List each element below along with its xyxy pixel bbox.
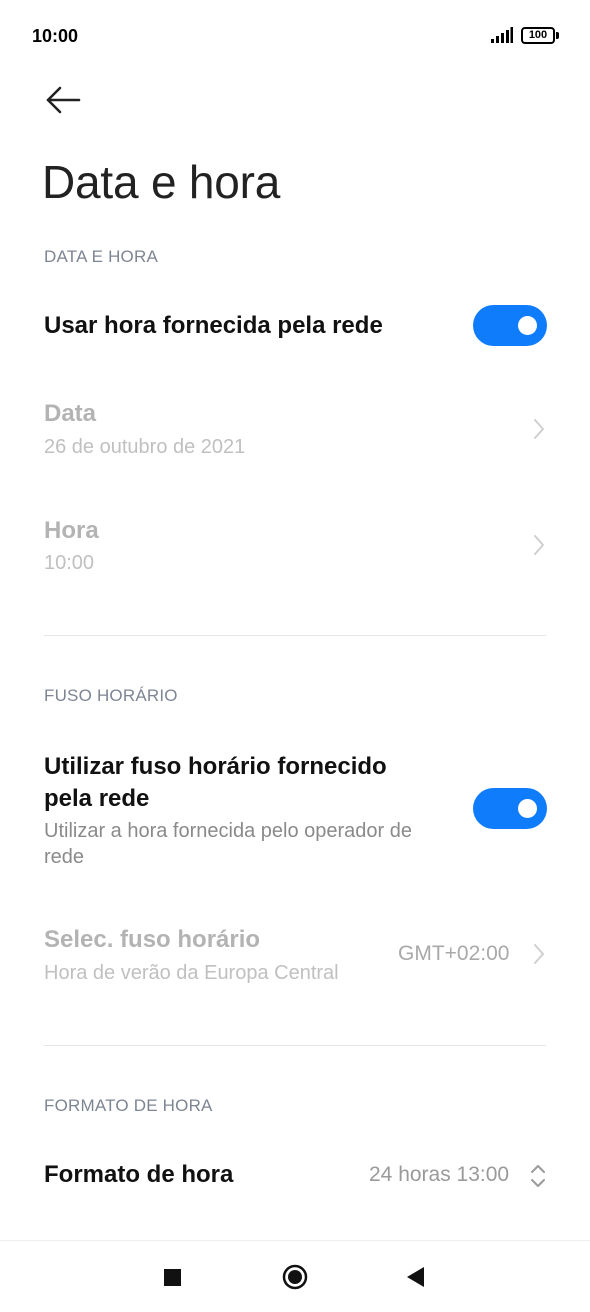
network-timezone-desc-line1: Utilizar a hora fornecida pelo operador … — [44, 820, 412, 842]
divider — [44, 635, 546, 636]
time-label: Hora — [44, 517, 99, 544]
chevron-right-icon — [534, 944, 544, 964]
select-timezone-label: Selec. fuso horário — [44, 926, 261, 953]
network-timezone-row[interactable]: Utilizar fuso horário fornecido pela red… — [0, 748, 590, 878]
network-time-toggle[interactable] — [473, 305, 547, 346]
back-button[interactable] — [40, 80, 88, 120]
time-format-label: Formato de hora — [44, 1161, 234, 1188]
network-time-row[interactable]: Usar hora fornecida pela rede — [0, 296, 590, 356]
date-value: 26 de outubro de 2021 — [44, 436, 246, 458]
select-timezone-row[interactable]: Selec. fuso horário Hora de verão da Eur… — [0, 912, 590, 1002]
back-arrow-icon — [46, 86, 81, 114]
network-timezone-desc-line2: rede — [44, 846, 85, 868]
navigation-bar — [0, 1240, 590, 1312]
recents-button[interactable] — [152, 1261, 192, 1293]
chevron-right-icon — [534, 535, 544, 555]
timezone-value: GMT+02:00 — [398, 942, 510, 965]
time-format-value: 24 horas 13:00 — [369, 1163, 510, 1186]
battery-icon: 100 — [521, 27, 559, 44]
circle-icon — [282, 1264, 308, 1290]
page-title: Data e hora — [42, 156, 281, 208]
chevron-up-down-icon — [531, 1165, 545, 1187]
network-timezone-label-line1: Utilizar fuso horário fornecido — [44, 753, 387, 780]
section-header-date-time: DATA E HORA — [44, 247, 158, 266]
status-time: 10:00 — [32, 26, 79, 46]
section-header-time-format: FORMATO DE HORA — [44, 1096, 213, 1115]
chevron-right-icon — [534, 419, 544, 439]
time-value: 10:00 — [44, 552, 95, 574]
toggle-knob — [518, 799, 537, 818]
battery-level: 100 — [521, 27, 555, 44]
triangle-back-icon — [407, 1267, 424, 1287]
date-row[interactable]: Data 26 de outubro de 2021 — [0, 385, 590, 475]
network-time-label: Usar hora fornecida pela rede — [44, 312, 383, 339]
status-bar: 10:00 100 — [0, 0, 590, 74]
time-row[interactable]: Hora 10:00 — [0, 502, 590, 592]
select-timezone-desc: Hora de verão da Europa Central — [44, 962, 339, 984]
signal-icon — [491, 27, 513, 43]
section-header-timezone: FUSO HORÁRIO — [44, 686, 178, 705]
network-timezone-label-line2: pela rede — [44, 785, 150, 812]
date-label: Data — [44, 400, 97, 427]
time-format-row[interactable]: Formato de hora 24 horas 13:00 — [0, 1146, 590, 1206]
square-icon — [164, 1269, 181, 1286]
home-button[interactable] — [275, 1261, 315, 1293]
back-nav-button[interactable] — [396, 1261, 436, 1293]
divider — [44, 1045, 546, 1046]
network-timezone-toggle[interactable] — [473, 788, 547, 829]
toggle-knob — [518, 316, 537, 335]
